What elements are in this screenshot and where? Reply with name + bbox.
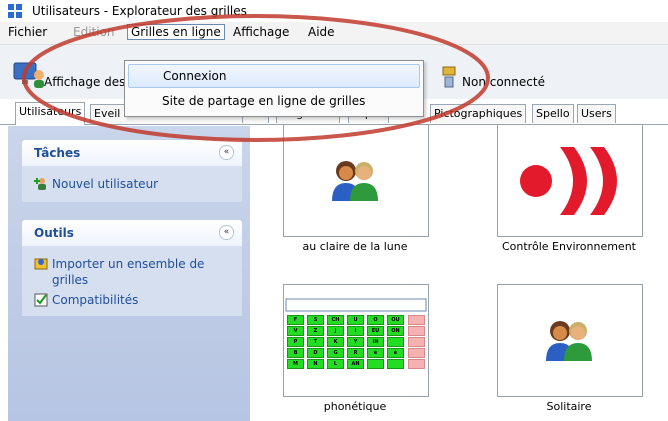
keyboard-key <box>367 359 384 369</box>
keyboard-key: Y <box>347 337 364 347</box>
keyboard-key: Z <box>307 326 324 336</box>
tab-utilisateurs[interactable]: Utilisateurs <box>15 102 86 125</box>
keyboard-key: IN <box>367 337 384 347</box>
grid-tile-phonetique[interactable]: F S CH U O OU V Z J I EU ON P T K Y IN B D G Ré è M N L AN <box>283 284 429 397</box>
grid-tile-solitaire[interactable] <box>497 284 643 397</box>
keyboard-key: J <box>327 326 344 336</box>
keyboard-key: F <box>287 315 304 325</box>
menu-item-connexion[interactable]: Connexion <box>128 64 420 88</box>
add-user-icon <box>34 178 46 190</box>
keyboard-key: AN <box>347 359 364 369</box>
keyboard-key: CH <box>327 315 344 325</box>
menu-grilles-en-ligne[interactable]: Grilles en ligne <box>127 24 225 40</box>
grilles-en-ligne-dropdown: Connexion Site de partage en ligne de gr… <box>124 60 424 117</box>
users-icon <box>332 161 378 201</box>
tools-panel-header[interactable]: Outils « <box>22 220 242 246</box>
keyboard-key: T <box>307 337 324 347</box>
grid-tile-controle-environnement[interactable] <box>497 124 643 237</box>
keyboard-side-key <box>408 359 425 369</box>
keyboard-key: è <box>387 348 404 358</box>
tasks-panel-header[interactable]: Tâches « <box>22 140 242 166</box>
keyboard-key <box>387 337 404 347</box>
signal-logo-icon <box>520 147 617 215</box>
tasks-panel-title: Tâches <box>34 146 81 160</box>
keyboard-key: V <box>287 326 304 336</box>
collapse-icon[interactable]: « <box>219 225 234 240</box>
keyboard-key: R <box>347 348 364 358</box>
menu-affichage[interactable]: Affichage <box>233 25 289 39</box>
keyboard-key: é <box>367 348 384 358</box>
keyboard-key: EU <box>367 326 384 336</box>
menu-edition[interactable]: Edition <box>73 25 115 39</box>
menu-bar: Fichier Edition Grilles en ligne Afficha… <box>0 22 668 45</box>
keyboard-key: G <box>327 348 344 358</box>
keyboard-key: U <box>347 315 364 325</box>
collapse-icon[interactable]: « <box>219 145 234 160</box>
tile-label-phonetique: phonétique <box>323 400 387 413</box>
keyboard-key: M <box>287 359 304 369</box>
task-pane: Tâches « Nouvel utilisateur Outils « Imp… <box>8 126 250 421</box>
keyboard-key: I <box>347 326 364 336</box>
tile-label-solitaire: Solitaire <box>546 400 592 413</box>
keyboard-key: OU <box>387 315 404 325</box>
tasks-panel: Tâches « Nouvel utilisateur <box>22 140 242 202</box>
keyboard-key: ON <box>387 326 404 336</box>
grid-app-icon <box>8 4 22 18</box>
keyboard-key: N <box>307 359 324 369</box>
window-title: Utilisateurs - Explorateur des grilles <box>32 4 247 18</box>
tools-panel: Outils « Importer un ensemble de grilles… <box>22 220 242 316</box>
tab-spello[interactable]: Spello <box>532 104 574 123</box>
keyboard-key: O <box>367 315 384 325</box>
tab-pictographiques[interactable]: Pictographiques <box>430 104 527 123</box>
keyboard-side-key <box>408 326 425 336</box>
keyboard-key: B <box>287 348 304 358</box>
network-status-icon <box>442 66 456 88</box>
grid-tile-au-claire[interactable] <box>283 124 429 237</box>
keyboard-side-key <box>408 315 425 325</box>
keyboard-side-key <box>408 348 425 358</box>
view-button-label[interactable]: Affichage des <box>44 75 125 89</box>
tab-users[interactable]: Users <box>577 104 616 123</box>
compatibility-link[interactable]: Compatibilités <box>52 292 138 308</box>
new-user-link[interactable]: Nouvel utilisateur <box>52 176 158 192</box>
keyboard-key: S <box>307 315 324 325</box>
menu-item-site-partage[interactable]: Site de partage en ligne de grilles <box>128 90 418 112</box>
checkmark-icon <box>34 293 48 307</box>
keyboard-key: K <box>327 337 344 347</box>
keyboard-key <box>387 359 404 369</box>
connection-status-label: Non connecté <box>462 75 545 89</box>
users-icon <box>546 321 592 361</box>
monitor-user-icon[interactable] <box>12 61 46 89</box>
import-grids-link[interactable]: Importer un ensemble de grilles <box>52 256 238 288</box>
keyboard-key: L <box>327 359 344 369</box>
import-icon <box>34 258 48 270</box>
menu-fichier[interactable]: Fichier <box>8 25 47 39</box>
tile-label-au-claire: au claire de la lune <box>302 240 408 253</box>
keyboard-key: P <box>287 337 304 347</box>
tile-label-controle: Contrôle Environnement <box>501 240 636 253</box>
keyboard-key: D <box>307 348 324 358</box>
tools-panel-title: Outils <box>34 226 74 240</box>
menu-aide[interactable]: Aide <box>308 25 335 39</box>
keyboard-side-key <box>408 337 425 347</box>
title-bar: Utilisateurs - Explorateur des grilles <box>0 0 668 22</box>
